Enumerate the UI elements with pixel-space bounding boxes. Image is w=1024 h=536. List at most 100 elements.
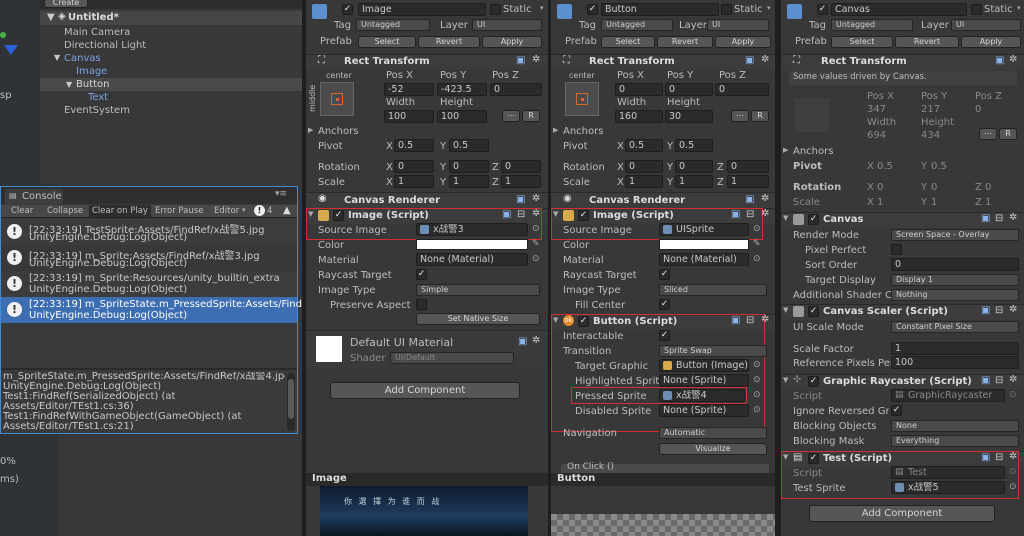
- gear-icon[interactable]: ✲: [1009, 212, 1017, 223]
- tag-dropdown[interactable]: Untagged: [831, 19, 913, 31]
- pos-y-field[interactable]: 0: [665, 83, 713, 96]
- scl-z-field[interactable]: 1: [501, 175, 541, 188]
- console-scrollbar[interactable]: [287, 373, 295, 431]
- raw-edit-button[interactable]: R: [522, 110, 540, 122]
- object-name-field[interactable]: Image: [358, 3, 486, 16]
- help-icon[interactable]: ▣: [502, 209, 511, 220]
- add-component-button[interactable]: Add Component: [330, 382, 520, 399]
- canvas-enabled-checkbox[interactable]: ✓: [808, 214, 819, 225]
- chevron-down-icon[interactable]: ▾: [767, 4, 771, 12]
- scl-x-field[interactable]: 1: [394, 175, 434, 188]
- prefab-revert-button[interactable]: Revert: [895, 36, 959, 48]
- gear-icon[interactable]: ✲: [532, 54, 540, 65]
- console-menu-icon[interactable]: ▾≡: [275, 189, 287, 199]
- anchors-foldout[interactable]: Anchors: [563, 126, 603, 137]
- console-clear-button[interactable]: Clear: [11, 206, 33, 216]
- static-checkbox[interactable]: [721, 4, 732, 15]
- foldout-arrow-icon[interactable]: ▼: [553, 210, 558, 218]
- foldout-arrow-icon[interactable]: ▼: [783, 214, 788, 222]
- anchors-foldout[interactable]: Anchors: [793, 146, 833, 157]
- foldout-arrow-icon[interactable]: ▶: [553, 126, 558, 134]
- anchor-preset-button[interactable]: [565, 82, 599, 116]
- raycast-target-checkbox[interactable]: ✓: [659, 269, 670, 280]
- pos-z-field[interactable]: 0: [715, 83, 769, 96]
- raw-edit-button[interactable]: R: [751, 110, 769, 122]
- scene-gizmo-icon[interactable]: [4, 45, 18, 55]
- foldout-arrow-icon[interactable]: ▼: [783, 306, 788, 314]
- warning-filter-icon[interactable]: ▲: [283, 205, 291, 216]
- prefab-select-button[interactable]: Select: [601, 36, 655, 48]
- image-enabled-checkbox[interactable]: ✓: [578, 210, 589, 221]
- pos-x-field[interactable]: 0: [615, 83, 663, 96]
- gear-icon[interactable]: ✲: [1009, 451, 1017, 462]
- pos-x-field[interactable]: -52: [384, 83, 434, 96]
- object-picker-icon[interactable]: ⊙: [532, 254, 540, 264]
- blueprint-mode-button[interactable]: ⋯: [502, 110, 520, 122]
- pivot-y-field[interactable]: 0.5: [675, 139, 713, 152]
- console-entry[interactable]: ! [22:33:19] m_Sprite:Resources/unity_bu…: [1, 271, 297, 297]
- graphic-raycaster-enabled-checkbox[interactable]: ✓: [808, 376, 819, 387]
- object-picker-icon[interactable]: ⊙: [753, 390, 761, 400]
- prefab-select-button[interactable]: Select: [831, 36, 893, 48]
- help-icon[interactable]: ▣: [981, 213, 990, 224]
- gear-icon[interactable]: ✲: [532, 335, 540, 346]
- raw-edit-button[interactable]: R: [999, 128, 1017, 140]
- blueprint-mode-button[interactable]: ⋯: [979, 128, 997, 140]
- object-picker-icon[interactable]: ⊙: [753, 224, 761, 234]
- rot-z-field[interactable]: 0: [501, 160, 541, 173]
- gear-icon[interactable]: ✲: [761, 193, 769, 204]
- gear-icon[interactable]: ✲: [1009, 54, 1017, 65]
- button-enabled-checkbox[interactable]: ✓: [578, 316, 589, 327]
- test-sprite-field[interactable]: x战警5: [891, 481, 1005, 494]
- object-name-field[interactable]: Button: [601, 3, 719, 16]
- preset-icon[interactable]: ⊟: [517, 209, 525, 220]
- static-checkbox[interactable]: [971, 4, 982, 15]
- help-icon[interactable]: ▣: [745, 194, 754, 205]
- preview-header[interactable]: Button: [551, 473, 775, 486]
- console-entry[interactable]: ! [22:33:19] m_Sprite:Assets/FindRef/x战警…: [1, 245, 297, 271]
- visualize-button[interactable]: Visualize: [659, 443, 767, 455]
- help-icon[interactable]: ▣: [731, 209, 740, 220]
- disabled-sprite-field[interactable]: None (Sprite): [659, 404, 749, 417]
- anchors-foldout[interactable]: Anchors: [318, 126, 358, 137]
- console-clear-on-play-button[interactable]: Clear on Play: [89, 205, 151, 217]
- help-icon[interactable]: ▣: [995, 55, 1004, 66]
- rot-x-field[interactable]: 0: [625, 160, 663, 173]
- prefab-apply-button[interactable]: Apply: [482, 36, 542, 48]
- info-count-icon[interactable]: !: [254, 205, 265, 216]
- fill-center-checkbox[interactable]: ✓: [659, 299, 670, 310]
- color-swatch[interactable]: [416, 239, 528, 250]
- object-name-field[interactable]: Canvas: [831, 3, 967, 16]
- set-native-size-button[interactable]: Set Native Size: [416, 313, 540, 325]
- navigation-dropdown[interactable]: Automatic: [659, 427, 767, 439]
- object-picker-icon[interactable]: ⊙: [1009, 482, 1017, 492]
- height-field[interactable]: 30: [665, 110, 713, 123]
- gear-icon[interactable]: ✲: [1009, 374, 1017, 385]
- ui-scale-mode-dropdown[interactable]: Constant Pixel Size: [891, 321, 1019, 333]
- layer-dropdown[interactable]: UI: [472, 19, 542, 31]
- console-tab[interactable]: ▤ Console: [5, 189, 63, 204]
- pos-y-field[interactable]: -423.5: [437, 83, 487, 96]
- highlighted-sprite-field[interactable]: None (Sprite): [659, 374, 749, 387]
- blocking-objects-dropdown[interactable]: None: [891, 420, 1019, 432]
- foldout-arrow-icon[interactable]: ▼: [553, 316, 558, 324]
- help-icon[interactable]: ▣: [516, 194, 525, 205]
- interactable-checkbox[interactable]: ✓: [659, 330, 670, 341]
- expand-arrow-icon[interactable]: ▼: [54, 53, 60, 62]
- console-collapse-button[interactable]: Collapse: [47, 206, 83, 216]
- layer-dropdown[interactable]: UI: [707, 19, 769, 31]
- material-field[interactable]: None (Material): [659, 253, 749, 266]
- active-checkbox[interactable]: ✓: [342, 4, 353, 15]
- scl-y-field[interactable]: 1: [449, 175, 489, 188]
- blocking-mask-dropdown[interactable]: Everything: [891, 435, 1019, 447]
- hierarchy-item-directional-light[interactable]: Directional Light: [64, 40, 146, 51]
- scale-factor-field[interactable]: 1: [891, 342, 1019, 355]
- hierarchy-item-eventsystem[interactable]: EventSystem: [64, 105, 130, 116]
- image-enabled-checkbox[interactable]: ✓: [333, 210, 344, 221]
- help-icon[interactable]: ▣: [516, 55, 525, 66]
- expand-arrow-icon[interactable]: ▼: [47, 12, 55, 23]
- chevron-down-icon[interactable]: ▾: [1017, 4, 1021, 12]
- image-type-dropdown[interactable]: Sliced: [659, 284, 767, 296]
- preview-header[interactable]: Image: [306, 473, 548, 486]
- preset-icon[interactable]: ⊟: [746, 209, 754, 220]
